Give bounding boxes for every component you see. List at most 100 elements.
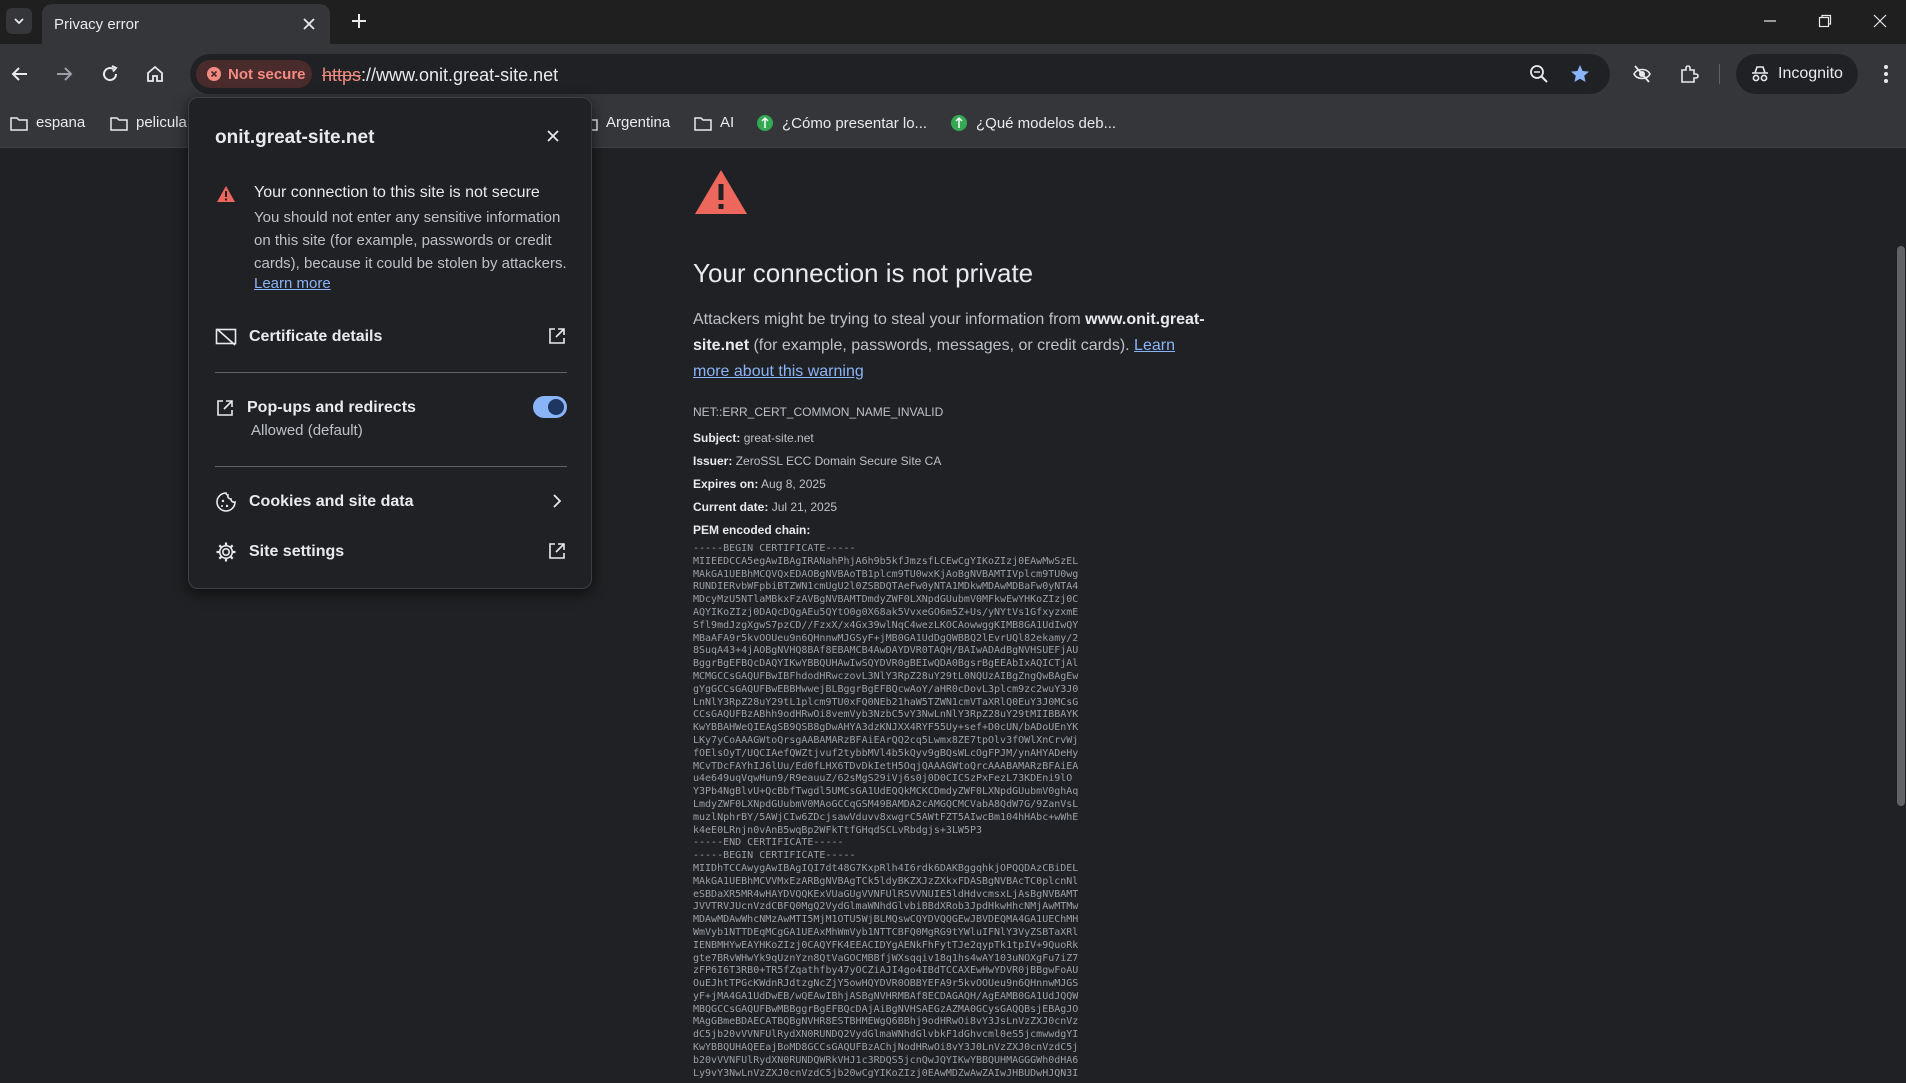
cookie-icon (216, 492, 236, 512)
tab-search-button[interactable] (6, 8, 32, 34)
bookmark-label: ¿Cómo presentar lo... (782, 114, 928, 132)
cert-issuer-value: ZeroSSL ECC Domain Secure Site CA (735, 454, 942, 468)
error-desc-mid: (for example, passwords, messages, or cr… (749, 337, 1135, 354)
popup-divider (215, 466, 567, 467)
popup-domain: onit.great-site.net (215, 127, 375, 148)
more-vertical-icon (1884, 65, 1888, 83)
popups-toggle[interactable] (533, 396, 567, 418)
popups-redirects-row: Pop-ups and redirects Allowed (default) (215, 388, 567, 439)
popup-divider (215, 372, 567, 373)
close-icon[interactable] (300, 15, 318, 33)
chevron-right-icon (553, 494, 562, 508)
bookmark-site-presentar[interactable]: ¿Cómo presentar lo... (756, 114, 927, 132)
pem-label: PEM encoded chain: (693, 523, 1213, 537)
security-chip-label: Not secure (228, 65, 306, 83)
error-desc-pre: Attackers might be trying to steal your … (693, 311, 1086, 328)
cert-subject: Subject: great-site.net (693, 431, 1213, 445)
site-info-popup: onit.great-site.net Your connection to t… (188, 97, 592, 589)
gear-icon (216, 542, 236, 562)
error-description: Attackers might be trying to steal your … (693, 307, 1213, 385)
bookmark-star-icon[interactable] (1569, 63, 1591, 85)
external-link-icon (549, 543, 565, 559)
bookmark-folder-argentina[interactable]: Argentina (580, 114, 670, 131)
certificate-details-row[interactable]: Certificate details (215, 317, 567, 357)
site-settings-row[interactable]: Site settings (215, 532, 567, 572)
site-favicon-icon (757, 115, 773, 131)
cert-issuer-label: Issuer: (693, 454, 733, 468)
home-button[interactable] (141, 60, 169, 88)
security-chip[interactable]: Not secure (196, 60, 312, 88)
restore-button[interactable] (1805, 8, 1845, 34)
close-icon (1873, 14, 1887, 28)
extensions-button[interactable] (1675, 60, 1703, 88)
certificate-details-label: Certificate details (249, 328, 383, 345)
incognito-icon (1752, 66, 1768, 82)
new-tab-icon[interactable] (348, 10, 370, 32)
cookies-site-data-label: Cookies and site data (249, 493, 414, 510)
toolbar-separator (1719, 64, 1720, 84)
minimize-icon (1764, 20, 1776, 22)
bookmark-label: espana (36, 114, 86, 131)
cert-expires-label: Expires on: (693, 477, 759, 491)
eye-slash-icon (1633, 65, 1651, 83)
site-settings-label: Site settings (249, 543, 345, 560)
toolbar: Not secure https://www.onit.great-site.n… (0, 44, 1906, 104)
pem-chain: -----BEGIN CERTIFICATE----- MIIEEDCCA5eg… (693, 543, 1079, 1079)
reload-icon (103, 65, 118, 82)
menu-button[interactable] (1872, 60, 1900, 88)
error-code: NET::ERR_CERT_COMMON_NAME_INVALID (693, 405, 944, 419)
site-favicon-icon (951, 115, 967, 131)
home-icon (147, 65, 163, 82)
folder-icon (694, 116, 712, 131)
error-title: Your connection is not private (693, 258, 1034, 288)
cookies-site-data-row[interactable]: Cookies and site data (215, 482, 567, 522)
tab-privacy-error[interactable]: Privacy error (42, 4, 330, 44)
forward-button[interactable] (50, 60, 78, 88)
bookmark-folder-pelicula[interactable]: pelicula (110, 114, 187, 131)
url-text[interactable]: https://www.onit.great-site.net (322, 65, 558, 86)
folder-icon (10, 116, 28, 131)
folder-icon (110, 116, 128, 131)
bookmark-label: AI (720, 114, 735, 131)
popup-warning-title: Your connection to this site is not secu… (254, 184, 540, 201)
forward-arrow-icon (57, 67, 73, 81)
zoom-icon[interactable] (1528, 63, 1550, 85)
reload-button[interactable] (96, 60, 124, 88)
bookmark-label: pelicula (136, 114, 187, 131)
pem-label-text: PEM encoded chain: (693, 523, 811, 537)
bookmark-folder-espana[interactable]: espana (10, 114, 85, 131)
restore-icon (1818, 14, 1832, 28)
tracking-protection-button[interactable] (1628, 60, 1656, 88)
chevron-down-icon (14, 18, 24, 25)
popup-learn-more-link[interactable]: Learn more (254, 275, 331, 292)
cert-subject-value: great-site.net (743, 431, 814, 445)
scrollbar[interactable] (1896, 148, 1906, 1069)
cert-current-date: Current date: Jul 21, 2025 (693, 500, 1213, 514)
scrollbar-thumb[interactable] (1897, 246, 1905, 806)
incognito-label: Incognito (1778, 65, 1843, 82)
close-window-button[interactable] (1860, 8, 1900, 34)
popup-warning-body: You should not enter any sensitive infor… (254, 209, 567, 272)
url-scheme: https (322, 65, 362, 85)
incognito-profile-button[interactable]: Incognito (1736, 54, 1858, 94)
popups-redirects-label: Pop-ups and redirects (247, 399, 416, 416)
minimize-button[interactable] (1750, 8, 1790, 34)
popups-redirects-status: Allowed (default) (251, 422, 363, 439)
cert-current-label: Current date: (693, 500, 769, 514)
warning-circle-icon (207, 67, 221, 81)
bookmark-folder-ai[interactable]: AI (694, 114, 734, 131)
close-icon[interactable] (543, 126, 563, 146)
omnibox[interactable]: Not secure https://www.onit.great-site.n… (190, 54, 1610, 94)
bookmark-site-modelos[interactable]: ¿Qué modelos deb... (950, 114, 1116, 132)
certificate-icon (215, 328, 237, 346)
cert-expires: Expires on: Aug 8, 2025 (693, 477, 1213, 491)
bookmark-label: ¿Qué modelos deb... (976, 114, 1117, 132)
url-host: ://www.onit.great-site.net (361, 65, 559, 85)
back-button[interactable] (6, 60, 34, 88)
cert-subject-label: Subject: (693, 431, 741, 445)
cert-current-value: Jul 21, 2025 (771, 500, 838, 514)
tab-title: Privacy error (54, 16, 140, 33)
puzzle-icon (1681, 65, 1699, 83)
external-link-icon (217, 400, 233, 416)
bookmark-label: Argentina (606, 114, 671, 131)
